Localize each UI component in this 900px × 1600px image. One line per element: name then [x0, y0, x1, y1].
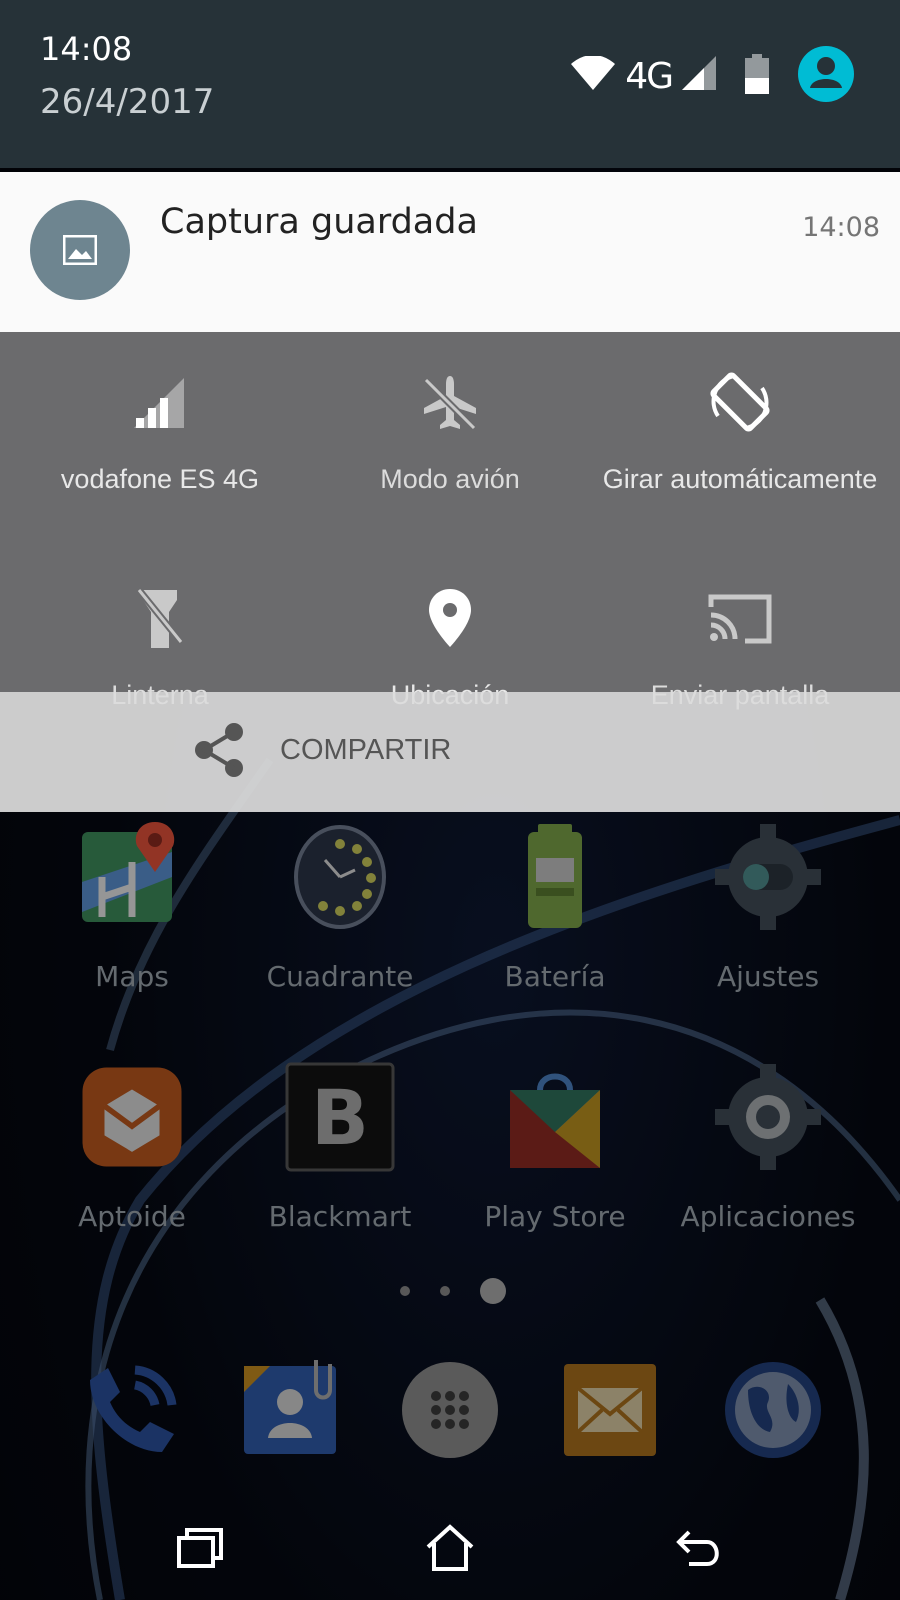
share-label: COMPARTIR: [280, 734, 452, 766]
date: 26/4/2017: [40, 82, 215, 122]
home-icon[interactable]: [420, 1518, 480, 1578]
status-bar: 14:08 26/4/2017 4G: [0, 0, 900, 168]
clock-time: 14:08: [40, 30, 133, 68]
image-icon: [30, 200, 130, 300]
share-action-bar[interactable]: COMPARTIR: [0, 692, 900, 812]
wifi-icon: [571, 55, 616, 96]
flashlight-icon: [120, 578, 200, 658]
tile-auto-rotate[interactable]: Girar automáticamente: [590, 332, 890, 512]
recent-apps-icon[interactable]: [170, 1518, 230, 1578]
battery-status-icon: [744, 54, 770, 98]
share-icon: [192, 722, 246, 782]
navigation-bar: [0, 1490, 900, 1600]
cell-signal-icon: [682, 56, 718, 96]
airplane-icon: [410, 362, 490, 442]
signal-icon: [120, 362, 200, 442]
tile-mobile-data[interactable]: vodafone ES 4G: [10, 332, 310, 512]
network-type: 4G: [625, 55, 674, 97]
back-icon[interactable]: [670, 1518, 730, 1578]
quick-settings-panel: vodafone ES 4G Modo avión Girar automáti…: [0, 332, 900, 710]
status-icons: 4G: [571, 44, 856, 108]
notification-card[interactable]: Captura guardada 14:08: [0, 172, 900, 332]
notification-time: 14:08: [802, 212, 880, 243]
tile-label: Girar automáticamente: [602, 464, 878, 494]
rotate-icon: [700, 362, 780, 442]
user-avatar-icon[interactable]: [796, 44, 856, 108]
tile-airplane-mode[interactable]: Modo avión: [300, 332, 600, 512]
tile-label: Modo avión: [380, 464, 520, 494]
location-icon: [410, 578, 490, 658]
notification-title: Captura guardada: [160, 202, 478, 242]
cast-icon: [700, 578, 780, 658]
tile-label: vodafone ES 4G: [60, 464, 260, 494]
